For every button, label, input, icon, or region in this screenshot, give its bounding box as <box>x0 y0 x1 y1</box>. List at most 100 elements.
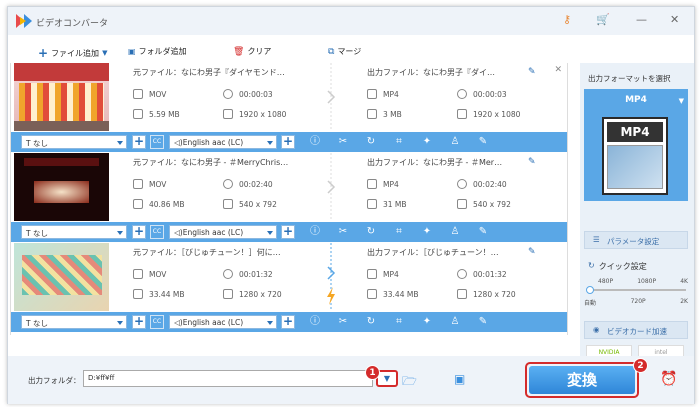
open-folder-icon[interactable]: 🗁 <box>402 372 417 393</box>
crop-icon[interactable]: ⌗ <box>393 316 405 328</box>
speaker-icon: ◁) <box>174 318 183 327</box>
crop-icon[interactable]: ⌗ <box>393 136 405 148</box>
list-item[interactable]: 元ファイル：［びじゅチューン！］何に… MOV 00:01:32 33.44 M… <box>11 243 567 332</box>
resolution-icon <box>223 199 233 209</box>
chevron-down-icon[interactable]: ▼ <box>679 97 684 105</box>
add-folder-button[interactable]: ▣ フォルダ追加 <box>128 46 187 57</box>
clock-icon <box>457 179 467 189</box>
source-duration: 00:01:32 <box>223 269 273 279</box>
format-selector[interactable]: MP4 ▼ MP4 <box>584 89 688 201</box>
cc-icon[interactable]: CC <box>150 315 164 329</box>
folder-export-icon[interactable]: ▣ <box>454 372 465 386</box>
app-title: ビデオコンバータ <box>36 19 109 29</box>
alarm-clock-icon[interactable]: ⏰ <box>660 371 677 387</box>
effect-wand-icon[interactable]: ✦ <box>421 316 433 328</box>
clear-label: クリア <box>247 47 272 56</box>
file-toolbar: T なし + CC ◁)English aac (LC) + ⓘ ✂ ↻ ⌗ ✦… <box>11 222 567 242</box>
add-audio-button[interactable]: + <box>281 225 295 239</box>
cc-icon[interactable]: CC <box>150 225 164 239</box>
pencil-icon[interactable]: ✎ <box>477 316 489 328</box>
parameter-settings-button[interactable]: ☰ パラメータ設定 <box>584 231 688 249</box>
chevron-down-icon <box>117 141 123 145</box>
source-format: MOV <box>133 269 166 279</box>
effect-wand-icon[interactable]: ✦ <box>421 226 433 238</box>
audio-select[interactable]: ◁)English aac (LC) <box>169 135 277 149</box>
list-item[interactable]: 元ファイル：なにわ男子 - ＃MerryChris… MOV 00:02:40 … <box>11 153 567 242</box>
scissors-icon[interactable]: ✂ <box>337 316 349 328</box>
add-audio-button[interactable]: + <box>281 315 295 329</box>
cart-icon[interactable]: 🛒 <box>596 13 610 27</box>
output-format: MP4 <box>367 269 399 279</box>
crop-icon[interactable]: ⌗ <box>393 226 405 238</box>
subtitle-select[interactable]: T なし <box>21 225 127 239</box>
effect-wand-icon[interactable]: ✦ <box>421 136 433 148</box>
info-icon[interactable]: ⓘ <box>309 136 321 148</box>
bottom-bar: 出力フォルダ： D:¥ff¥ff ▼ 🗁 ▣ 変換 ⏰ <box>8 356 694 404</box>
scissors-icon[interactable]: ✂ <box>337 136 349 148</box>
add-folder-label: フォルダ追加 <box>138 47 187 56</box>
merge-button[interactable]: ⧉ マージ <box>328 46 361 57</box>
merge-icon: ⧉ <box>328 46 335 57</box>
watermark-icon[interactable]: ♙ <box>449 316 461 328</box>
watermark-icon[interactable]: ♙ <box>449 136 461 148</box>
quality-slider[interactable] <box>586 286 686 294</box>
source-format: MOV <box>133 179 166 189</box>
info-icon[interactable]: ⓘ <box>309 226 321 238</box>
pencil-icon[interactable]: ✎ <box>477 136 489 148</box>
edit-icon[interactable]: ✎ <box>528 247 536 257</box>
output-format: MP4 <box>367 89 399 99</box>
select-format-label: 出力フォーマットを選択 <box>588 74 671 83</box>
output-folder-input[interactable]: D:¥ff¥ff <box>83 370 373 387</box>
close-window-button[interactable]: ✕ <box>670 13 679 27</box>
clock-icon <box>457 89 467 99</box>
video-thumbnail[interactable] <box>14 153 109 221</box>
file-list: 元ファイル：なにわ男子『ダイヤモンド… MOV 00:00:03 5.59 MB… <box>10 63 568 335</box>
source-resolution: 540 x 792 <box>223 199 277 209</box>
video-thumbnail[interactable] <box>14 63 109 131</box>
chevron-down-icon[interactable]: ▼ <box>102 49 107 57</box>
slider-handle[interactable] <box>586 286 594 294</box>
clear-button[interactable]: 🗑 クリア <box>233 46 271 57</box>
add-subtitle-button[interactable]: + <box>132 225 146 239</box>
add-subtitle-button[interactable]: + <box>132 135 146 149</box>
edit-icon[interactable]: ✎ <box>528 67 536 77</box>
gpu-accel-button[interactable]: ◉ ビデオカード加速 <box>584 321 688 339</box>
watermark-icon[interactable]: ♙ <box>449 226 461 238</box>
add-file-label: ファイル追加 <box>51 48 100 58</box>
pencil-icon[interactable]: ✎ <box>477 226 489 238</box>
add-file-button[interactable]: + ファイル追加 ▼ <box>38 46 107 60</box>
clock-icon <box>223 179 233 189</box>
clock-icon <box>457 269 467 279</box>
rotate-icon[interactable]: ↻ <box>365 316 377 328</box>
subtitle-select[interactable]: T なし <box>21 135 127 149</box>
format-icon <box>367 89 377 99</box>
rotate-icon[interactable]: ↻ <box>365 226 377 238</box>
info-icon[interactable]: ⓘ <box>309 316 321 328</box>
sliders-icon: ☰ <box>593 235 600 244</box>
list-item[interactable]: 元ファイル：なにわ男子『ダイヤモンド… MOV 00:00:03 5.59 MB… <box>11 63 567 152</box>
source-filename: 元ファイル：なにわ男子 - ＃MerryChris… <box>133 158 289 167</box>
minimize-button[interactable]: — <box>636 13 647 27</box>
folder-icon <box>133 109 143 119</box>
cc-icon[interactable]: CC <box>150 135 164 149</box>
audio-select[interactable]: ◁)English aac (LC) <box>169 225 277 239</box>
scissors-icon[interactable]: ✂ <box>337 226 349 238</box>
app-window: ビデオコンバータ ⚷ 🛒 — ✕ + ファイル追加 ▼ ▣ フォルダ追加 🗑 クリア ⧉… <box>7 6 695 404</box>
arrow-separator <box>327 63 336 131</box>
audio-select[interactable]: ◁)English aac (LC) <box>169 315 277 329</box>
output-filename: 出力ファイル：［びじゅチューン！… <box>367 248 499 257</box>
speaker-icon: ◁) <box>174 138 183 147</box>
subtitle-select[interactable]: T なし <box>21 315 127 329</box>
video-thumbnail[interactable] <box>14 243 109 311</box>
close-icon[interactable]: ✕ <box>554 65 562 75</box>
mp4-format-icon: MP4 <box>602 117 668 195</box>
source-size: 40.86 MB <box>133 199 184 209</box>
convert-button[interactable]: 変換 <box>529 366 635 394</box>
edit-icon[interactable]: ✎ <box>528 157 536 167</box>
rotate-icon[interactable]: ↻ <box>365 136 377 148</box>
resolution-icon <box>457 109 467 119</box>
add-subtitle-button[interactable]: + <box>132 315 146 329</box>
key-icon[interactable]: ⚷ <box>563 13 571 27</box>
folder-icon <box>367 109 377 119</box>
add-audio-button[interactable]: + <box>281 135 295 149</box>
